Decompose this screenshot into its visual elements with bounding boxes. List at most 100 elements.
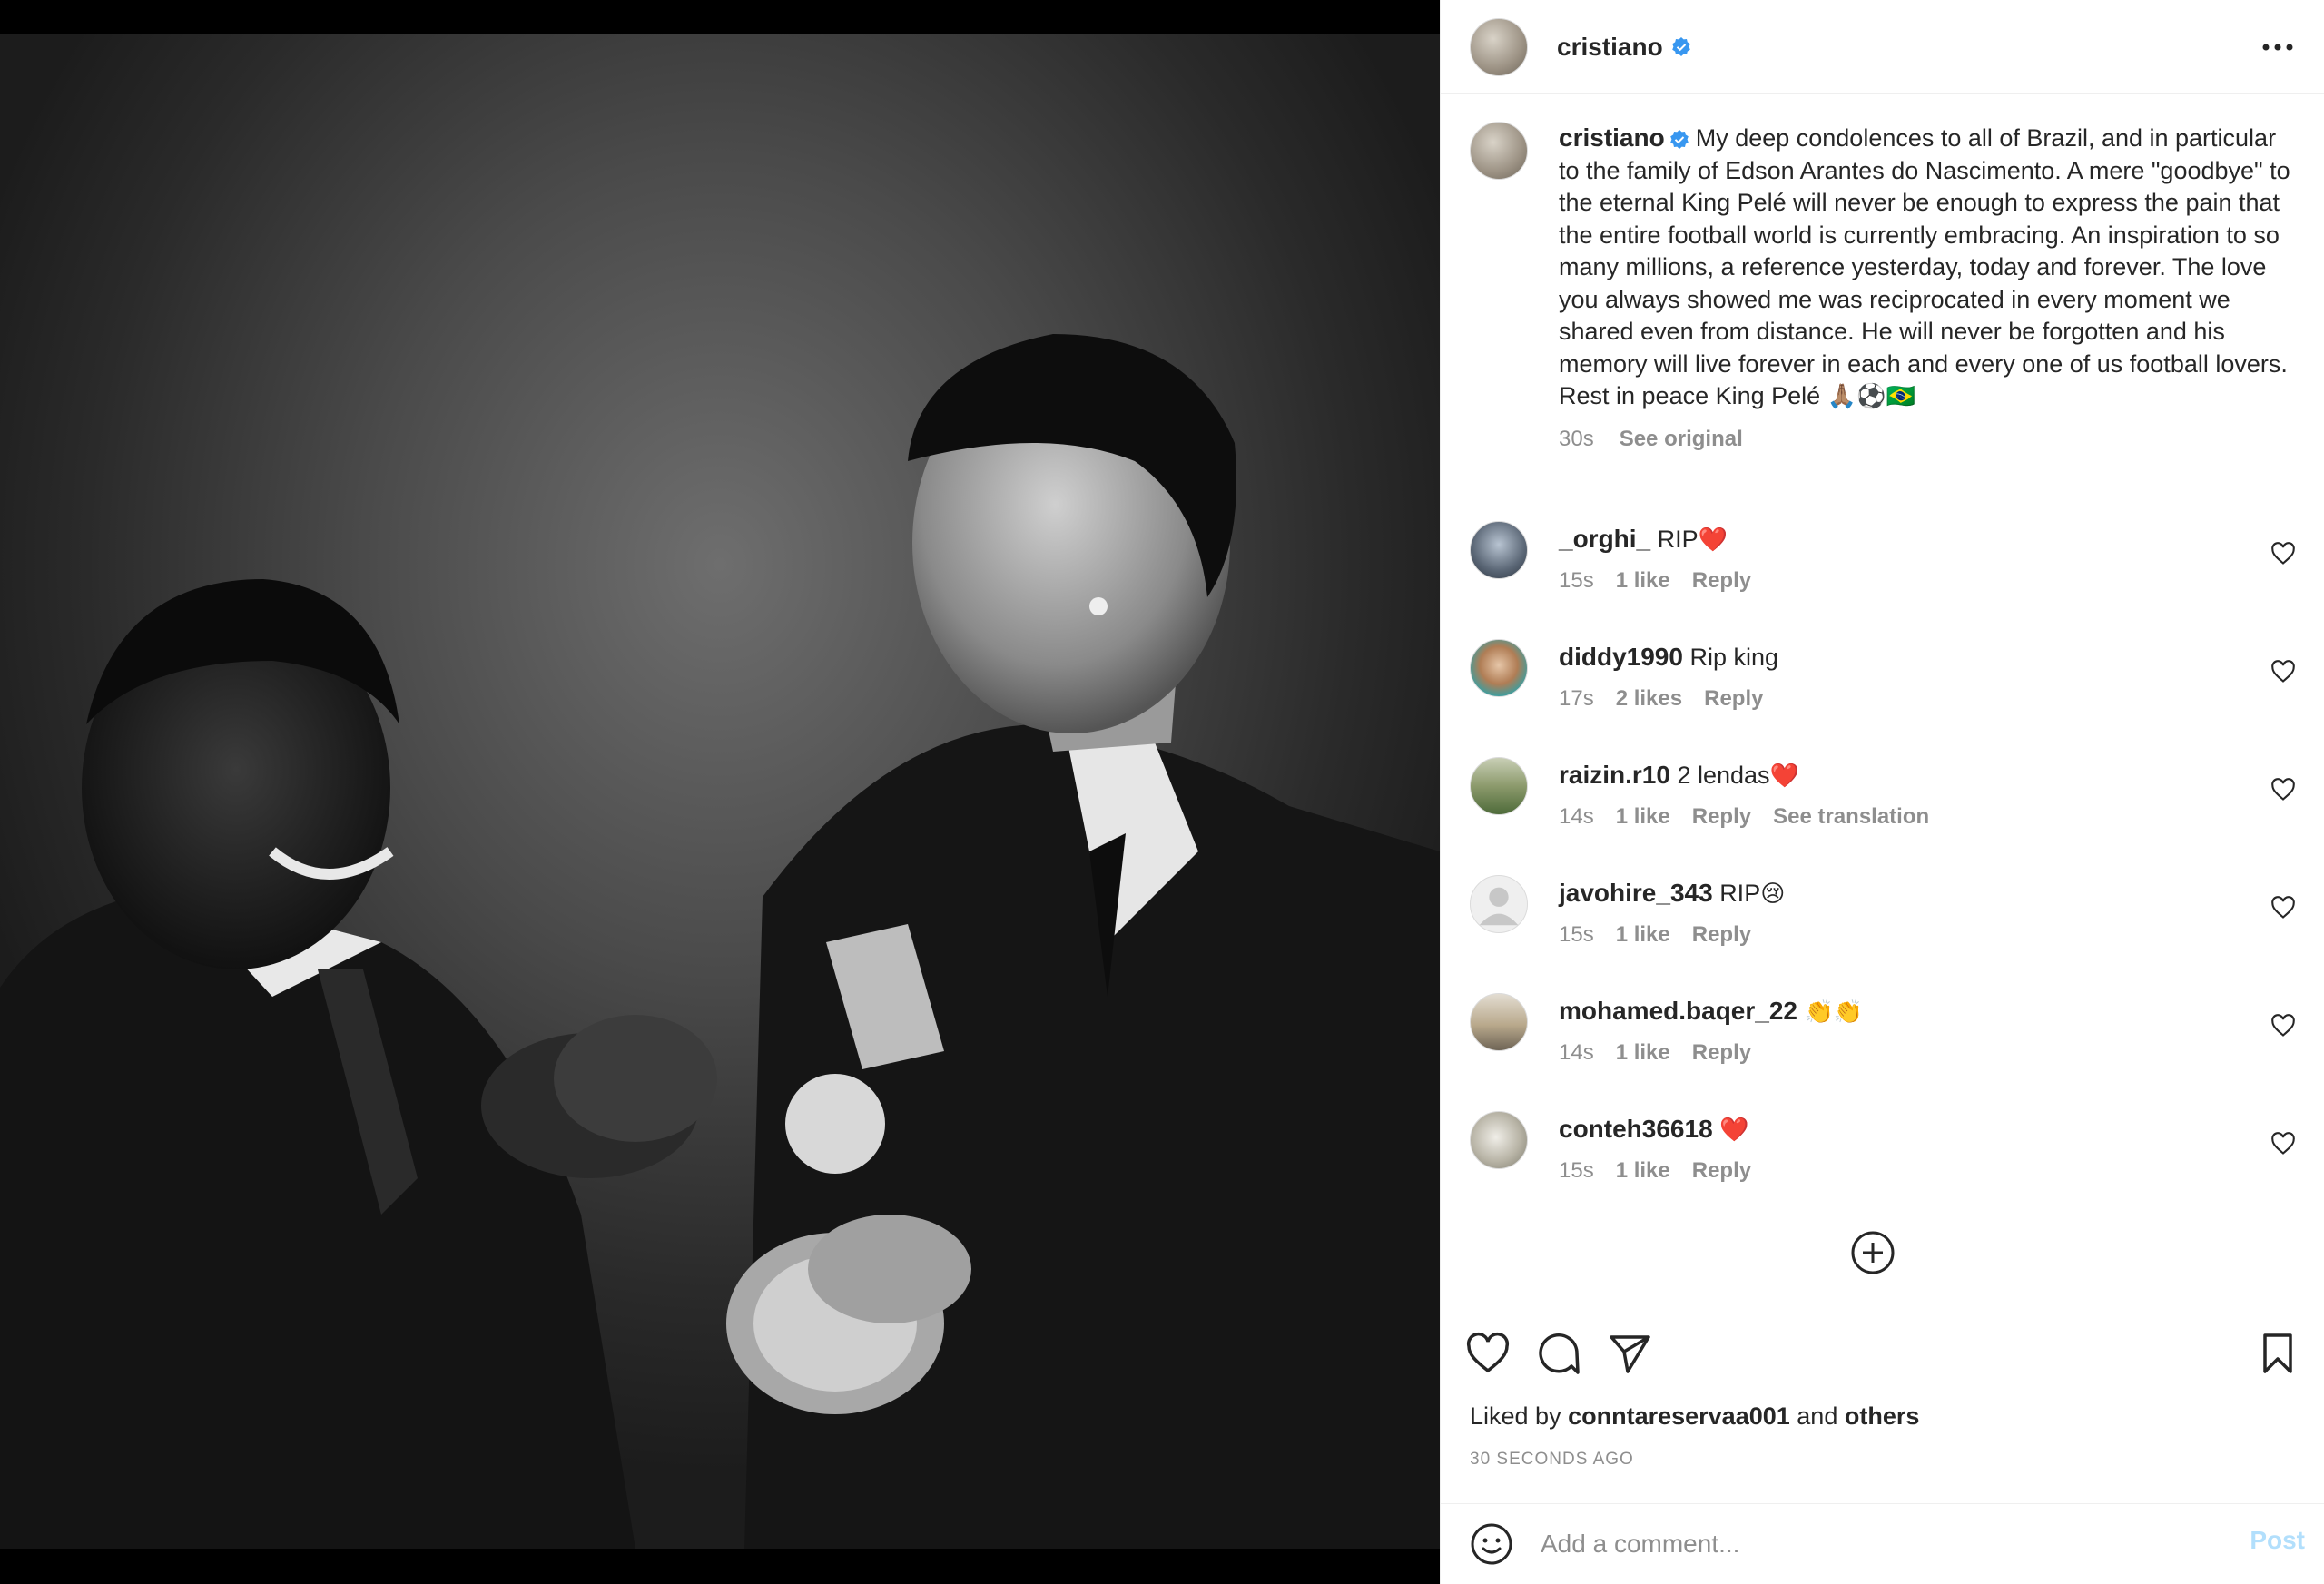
comment-input[interactable] [1541, 1520, 2194, 1568]
commenter-avatar[interactable] [1470, 757, 1528, 815]
author-username[interactable]: cristiano [1557, 33, 1663, 62]
comment-emoji: 👏👏 [1804, 999, 1864, 1026]
comment-body: 2 lendas [1677, 762, 1770, 789]
emoji-icon[interactable] [1470, 1522, 1513, 1566]
comment-icon[interactable] [1535, 1330, 1582, 1377]
heart-icon[interactable] [1464, 1330, 1512, 1377]
photo-illustration [0, 334, 1440, 1549]
caption-emojis: 🙏🏽⚽🇧🇷 [1827, 383, 1915, 410]
caption-avatar[interactable] [1470, 122, 1528, 180]
plus-circle-icon[interactable] [1849, 1229, 1896, 1276]
comment-time[interactable]: 15s [1559, 1158, 1594, 1184]
comment-emoji: 😢 [1760, 881, 1786, 908]
author-name-row: cristiano [1557, 33, 1692, 62]
reply-button[interactable]: Reply [1704, 686, 1763, 712]
comment-meta: 14s 1 like Reply [1559, 1040, 1751, 1066]
liked-by: Liked by conntareservaa001 and others [1470, 1402, 1919, 1431]
commenter-username[interactable]: raizin.r10 [1559, 761, 1670, 789]
see-original-link[interactable]: See original [1620, 423, 1743, 456]
comment-emoji: ❤️ [1698, 526, 1728, 554]
comment-text: _orghi_ RIP❤️ [1559, 523, 1728, 556]
comment-like-heart-icon[interactable] [2270, 1131, 2296, 1156]
action-bar: Liked by conntareservaa001 and others 30… [1441, 1304, 2324, 1498]
comment-row: javohire_343 RIP😢 15s 1 like Reply [1470, 875, 2296, 975]
caption-body: My deep condolences to all of Brazil, an… [1559, 124, 2290, 409]
comment-text: javohire_343 RIP😢 [1559, 877, 1785, 910]
verified-badge-icon [1671, 36, 1690, 56]
caption-text-block: cristiano My deep condolences to all of B… [1559, 122, 2294, 455]
caption-time[interactable]: 30s [1559, 423, 1594, 456]
comment-body: Rip king [1689, 644, 1779, 671]
author-avatar[interactable] [1470, 17, 1528, 76]
comment-time[interactable]: 15s [1559, 922, 1594, 948]
comment-time[interactable]: 14s [1559, 804, 1594, 830]
commenter-avatar[interactable] [1470, 639, 1528, 697]
liked-by-user[interactable]: conntareservaa001 [1568, 1402, 1790, 1430]
commenter-avatar[interactable] [1470, 993, 1528, 1051]
caption-meta: 30s See original [1559, 423, 2294, 456]
comment-meta: 15s 1 like Reply [1559, 922, 1751, 948]
post-timestamp[interactable]: 30 SECONDS AGO [1470, 1450, 1634, 1470]
post-photo[interactable] [0, 34, 1440, 1549]
commenter-username[interactable]: mohamed.baqer_22 [1559, 997, 1797, 1025]
bookmark-icon[interactable] [2254, 1330, 2301, 1377]
comment-text: conteh36618 ❤️ [1559, 1113, 1749, 1146]
post-panel: cristiano cristiano My deep condolences t… [1440, 0, 2324, 1584]
caption-username[interactable]: cristiano [1559, 123, 1665, 152]
comment-likes[interactable]: 1 like [1616, 568, 1670, 594]
comment-like-heart-icon[interactable] [2270, 777, 2296, 802]
comment-likes[interactable]: 1 like [1616, 1158, 1670, 1184]
comment-row: _orghi_ RIP❤️ 15s 1 like Reply [1470, 521, 2296, 621]
share-icon[interactable] [1606, 1330, 1653, 1377]
reply-button[interactable]: Reply [1692, 922, 1751, 948]
more-options-icon[interactable] [2254, 24, 2301, 71]
verified-badge-icon [1669, 129, 1689, 149]
see-translation-link[interactable]: See translation [1773, 804, 1929, 830]
default-avatar-icon [1479, 887, 1519, 926]
commenter-username[interactable]: _orghi_ [1559, 525, 1650, 553]
comment-text: raizin.r10 2 lendas❤️ [1559, 759, 1799, 792]
comment-body: RIP [1719, 880, 1761, 907]
add-comment-bar: Post [1441, 1503, 2324, 1584]
comment-like-heart-icon[interactable] [2270, 895, 2296, 920]
comment-meta: 17s 2 likes Reply [1559, 686, 1763, 712]
comment-likes[interactable]: 1 like [1616, 922, 1670, 948]
comment-row: conteh36618 ❤️ 15s 1 like Reply [1470, 1111, 2296, 1211]
comment-meta: 15s 1 like Reply [1559, 568, 1751, 594]
liked-by-prefix: Liked by [1470, 1402, 1561, 1430]
reply-button[interactable]: Reply [1692, 568, 1751, 594]
reply-button[interactable]: Reply [1692, 1040, 1751, 1066]
commenter-username[interactable]: javohire_343 [1559, 879, 1713, 907]
liked-by-and: and [1797, 1402, 1838, 1430]
comment-like-heart-icon[interactable] [2270, 1013, 2296, 1038]
reply-button[interactable]: Reply [1692, 804, 1751, 830]
comment-time[interactable]: 14s [1559, 1040, 1594, 1066]
commenter-avatar[interactable] [1470, 521, 1528, 579]
post-media [0, 0, 1440, 1584]
comment-likes[interactable]: 2 likes [1616, 686, 1682, 712]
liked-by-others[interactable]: others [1845, 1402, 1920, 1430]
comment-row: diddy1990 Rip king 17s 2 likes Reply [1470, 639, 2296, 739]
comment-emoji: ❤️ [1769, 762, 1799, 790]
comment-time[interactable]: 15s [1559, 568, 1594, 594]
reply-button[interactable]: Reply [1692, 1158, 1751, 1184]
comment-text: diddy1990 Rip king [1559, 641, 1778, 674]
comment-likes[interactable]: 1 like [1616, 804, 1670, 830]
comment-time[interactable]: 17s [1559, 686, 1594, 712]
post-button[interactable]: Post [2250, 1526, 2305, 1555]
commenter-username[interactable]: diddy1990 [1559, 643, 1683, 671]
comment-row: mohamed.baqer_22 👏👏 14s 1 like Reply [1470, 993, 2296, 1093]
comment-row: raizin.r10 2 lendas❤️ 14s 1 like Reply See … [1470, 757, 2296, 857]
comment-text: mohamed.baqer_22 👏👏 [1559, 995, 1863, 1028]
comment-likes[interactable]: 1 like [1616, 1040, 1670, 1066]
comment-meta: 14s 1 like Reply See translation [1559, 804, 1929, 830]
commenter-username[interactable]: conteh36618 [1559, 1115, 1713, 1143]
comment-emoji: ❤️ [1719, 1117, 1749, 1144]
commenter-avatar[interactable] [1470, 1111, 1528, 1169]
comment-like-heart-icon[interactable] [2270, 659, 2296, 684]
comment-like-heart-icon[interactable] [2270, 541, 2296, 566]
commenter-avatar-default[interactable] [1470, 875, 1528, 933]
comment-body: RIP [1657, 526, 1699, 553]
comments-section[interactable]: cristiano My deep condolences to all of B… [1441, 94, 2324, 1304]
post-header: cristiano [1441, 0, 2324, 94]
